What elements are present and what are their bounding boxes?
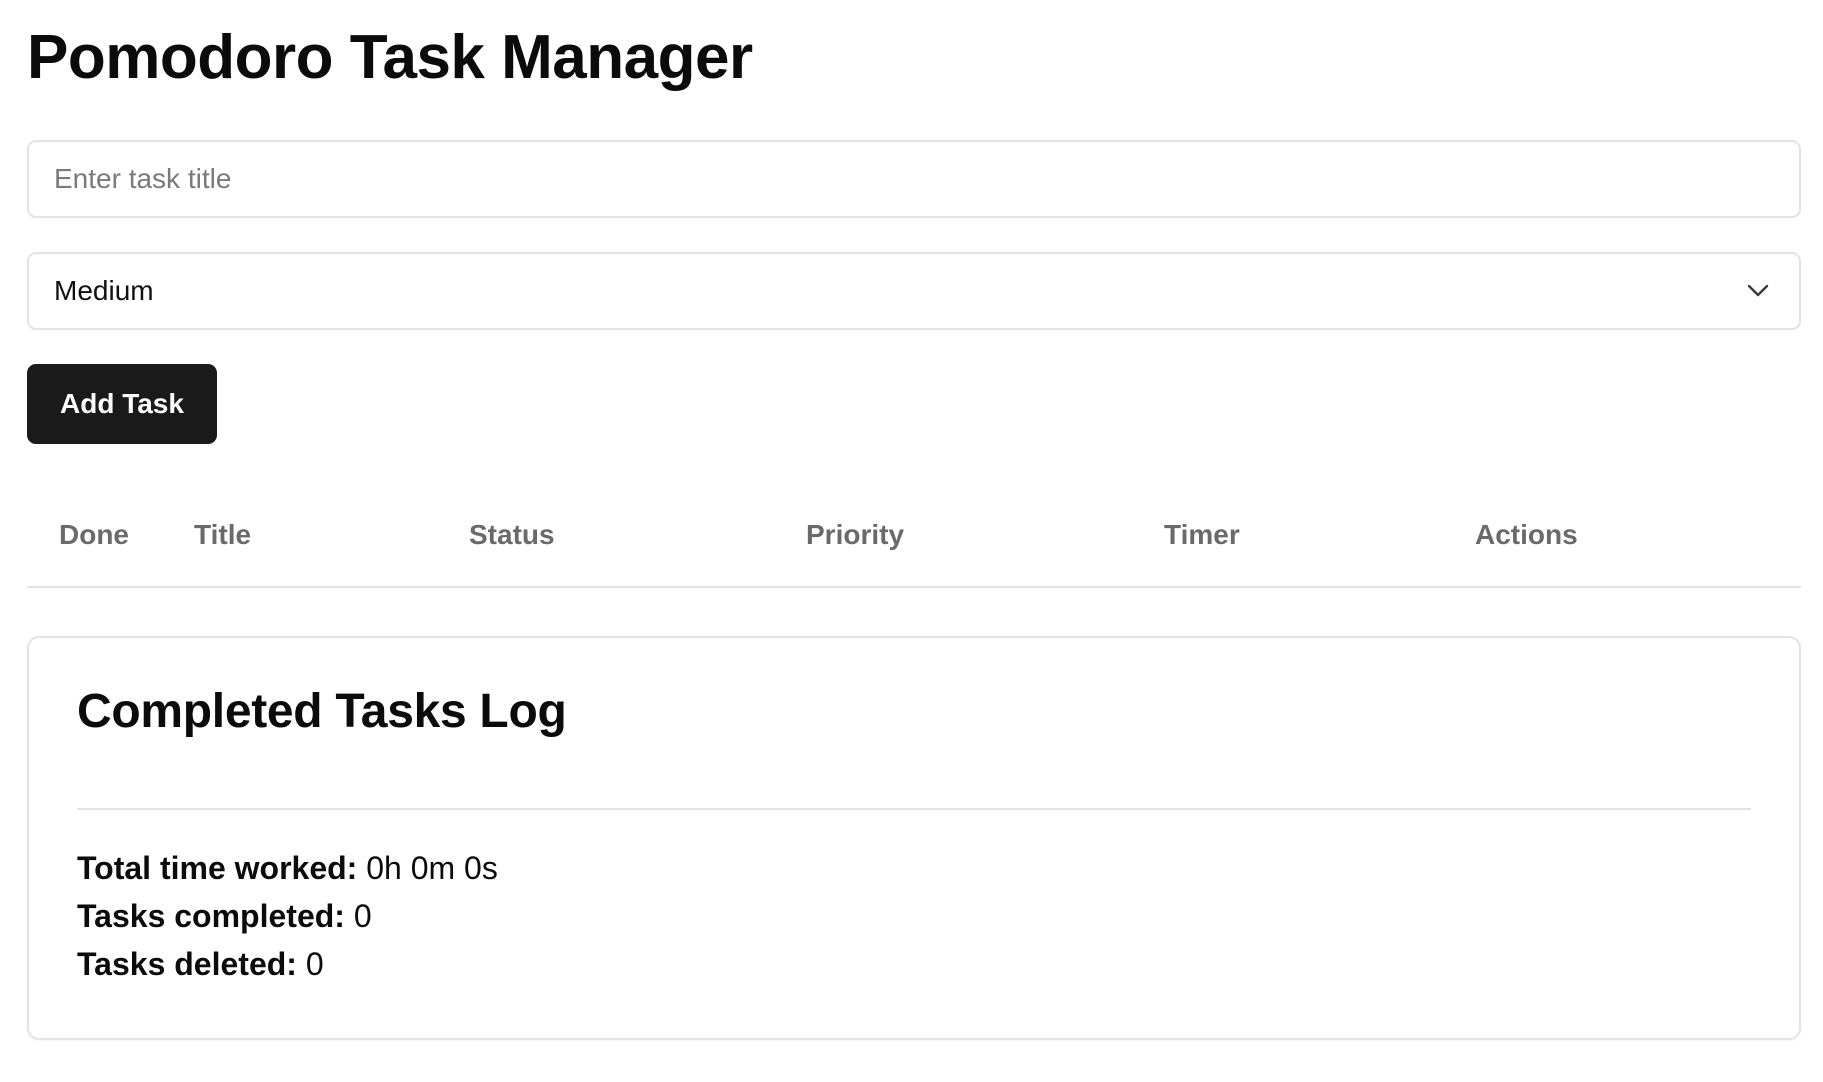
stat-total-time: Total time worked: 0h 0m 0s (77, 844, 1751, 892)
completed-tasks-log: Completed Tasks Log Total time worked: 0… (27, 636, 1801, 1040)
stat-tasks-completed: Tasks completed: 0 (77, 892, 1751, 940)
column-header-priority[interactable]: Priority (806, 484, 1164, 588)
stat-value: 0 (353, 898, 372, 934)
stat-value: 0h 0m 0s (366, 850, 498, 886)
table-header-row: Done Title Status Priority Timer Actions (27, 484, 1801, 588)
column-header-timer[interactable]: Timer (1164, 484, 1475, 588)
task-table: Done Title Status Priority Timer Actions (27, 484, 1801, 588)
stat-label: Tasks deleted: (77, 946, 297, 982)
column-header-status[interactable]: Status (469, 484, 806, 588)
chevron-down-icon (1744, 277, 1772, 305)
log-divider (77, 808, 1751, 810)
log-title: Completed Tasks Log (77, 685, 567, 738)
app-page: Pomodoro Task Manager Medium Add Task Do… (0, 0, 1823, 1040)
column-header-actions[interactable]: Actions (1475, 484, 1801, 588)
column-header-done[interactable]: Done (27, 484, 194, 588)
stat-label: Tasks completed: (77, 898, 345, 934)
task-title-input[interactable] (27, 140, 1801, 218)
page-title: Pomodoro Task Manager (27, 23, 753, 92)
column-header-title[interactable]: Title (194, 484, 469, 588)
log-stats: Total time worked: 0h 0m 0s Tasks comple… (77, 844, 1751, 988)
stat-value: 0 (305, 946, 324, 982)
stat-label: Total time worked: (77, 850, 358, 886)
add-task-button[interactable]: Add Task (27, 364, 217, 444)
stat-tasks-deleted: Tasks deleted: 0 (77, 940, 1751, 988)
priority-select[interactable]: Medium (27, 252, 1801, 330)
priority-selected-value: Medium (54, 275, 154, 306)
